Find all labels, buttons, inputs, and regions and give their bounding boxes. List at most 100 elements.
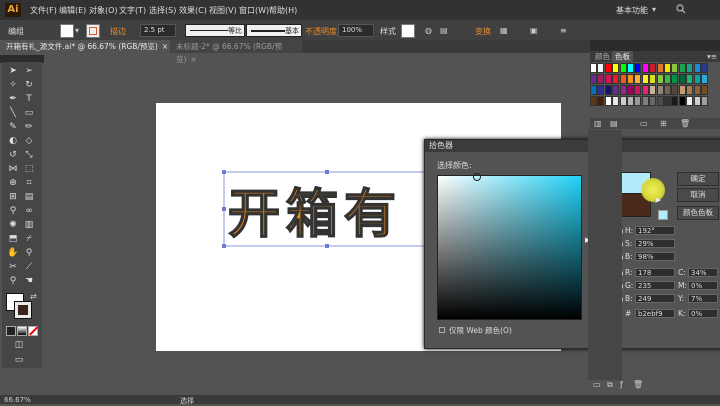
web-only-checkbox[interactable] — [439, 327, 445, 333]
menu-view[interactable]: 视图(V) — [209, 5, 237, 16]
new-layer-icon[interactable]: ▭ — [593, 380, 601, 389]
align-icon[interactable]: ▤ — [440, 26, 448, 35]
swatch-item[interactable] — [671, 74, 679, 84]
swatch-item[interactable] — [656, 85, 664, 95]
menu-effect[interactable]: 效果(C) — [179, 5, 207, 16]
swatch-item[interactable] — [590, 85, 597, 95]
g-field[interactable]: 235 — [635, 281, 675, 290]
rectangle-tool-icon[interactable]: ▭ — [22, 108, 36, 119]
swatch-item[interactable] — [627, 85, 634, 95]
ok-button[interactable]: 确定 — [677, 172, 719, 186]
new-group-icon[interactable]: ▭ — [640, 119, 648, 128]
stroke-swatch[interactable] — [86, 24, 100, 38]
screen-mode-icon[interactable]: ▭ — [12, 355, 26, 366]
tab-swatches[interactable]: 色板 — [612, 51, 633, 62]
zoom-tool-icon[interactable]: ⚲ — [22, 248, 36, 259]
delete-swatch-icon[interactable]: 🗑 — [680, 119, 690, 128]
swatch-item[interactable] — [701, 63, 708, 73]
delete-icon[interactable]: 🗑 — [633, 380, 643, 389]
swatch-item[interactable] — [634, 74, 642, 84]
cancel-button[interactable]: 取消 — [677, 188, 719, 202]
none-mode-icon[interactable] — [28, 326, 38, 336]
swatch-item[interactable] — [693, 63, 701, 73]
graphic-style-swatch[interactable] — [401, 24, 415, 38]
fill-swatch[interactable] — [60, 24, 74, 38]
paintbrush-icon[interactable]: ✎ — [6, 122, 20, 133]
knife-icon[interactable]: ⟋ — [22, 262, 36, 273]
width-tool-icon[interactable]: ⋈ — [6, 164, 20, 175]
swatch-item[interactable] — [619, 96, 627, 106]
new-swatch-icon[interactable]: ⊞ — [660, 119, 667, 128]
swatch-item[interactable] — [612, 85, 620, 95]
saturation-brightness-field[interactable] — [437, 175, 582, 320]
lasso-icon[interactable]: ↻ — [22, 80, 36, 91]
swatch-item[interactable] — [634, 63, 642, 73]
swatch-item[interactable] — [634, 96, 642, 106]
zoom-level[interactable]: 66.67% — [4, 396, 31, 404]
swatch-item[interactable] — [656, 63, 664, 73]
swatch-item[interactable] — [597, 96, 605, 106]
swatch-item[interactable] — [649, 63, 657, 73]
swatch-item[interactable] — [649, 85, 657, 95]
isolate-icon[interactable]: ▣ — [530, 26, 538, 35]
swatch-item[interactable] — [641, 63, 649, 73]
scissors-icon[interactable]: ✂ — [6, 262, 20, 273]
swatch-item[interactable] — [641, 85, 649, 95]
swatch-item[interactable] — [693, 85, 701, 95]
swatch-item[interactable] — [671, 63, 679, 73]
swatch-item[interactable] — [678, 85, 686, 95]
swatch-item[interactable] — [664, 63, 671, 73]
swatch-item[interactable] — [686, 63, 694, 73]
swatch-item[interactable] — [590, 63, 597, 73]
dialog-title[interactable]: 拾色器 — [425, 140, 720, 152]
stroke-color-box[interactable] — [14, 301, 32, 319]
scale-tool-icon[interactable]: ⤡ — [22, 150, 36, 161]
swatch-item[interactable] — [671, 85, 679, 95]
gradient-mode-icon[interactable] — [17, 326, 27, 336]
fx-icon[interactable]: ƒ — [620, 380, 623, 389]
hand-icon[interactable]: ☚ — [22, 276, 36, 287]
swatch-item[interactable] — [664, 74, 671, 84]
menu-select[interactable]: 选择(S) — [149, 5, 176, 16]
swatch-item[interactable] — [678, 74, 686, 84]
hand-tool-icon[interactable]: ✋ — [6, 248, 20, 259]
eraser-icon[interactable]: ◇ — [22, 136, 36, 147]
swatch-item[interactable] — [701, 85, 708, 95]
swatch-kind-icon[interactable]: ▤ — [610, 119, 618, 128]
magic-wand-icon[interactable]: ✧ — [6, 80, 20, 91]
swatch-item[interactable] — [641, 96, 649, 106]
pencil-icon[interactable]: ✏ — [22, 122, 36, 133]
symbol-sprayer-icon[interactable]: ✺ — [6, 220, 20, 231]
menu-icon[interactable]: ≡ — [560, 26, 567, 35]
type-tool-icon[interactable]: T — [22, 94, 36, 105]
swatch-item[interactable] — [612, 63, 620, 73]
line-tool-icon[interactable]: ╲ — [6, 108, 20, 119]
close-icon[interactable]: × — [162, 42, 168, 51]
swatch-item[interactable] — [686, 85, 694, 95]
swatch-item[interactable] — [634, 85, 642, 95]
swatch-item[interactable] — [619, 74, 627, 84]
swatch-item[interactable] — [627, 63, 634, 73]
swatch-item[interactable] — [693, 74, 701, 84]
swatch-item[interactable] — [590, 96, 597, 106]
color-marker[interactable] — [473, 173, 481, 181]
graph-tool-icon[interactable]: ▥ — [22, 220, 36, 231]
tab-document-2[interactable]: 未标题-2* @ 66.67% (RGB/预览) × — [170, 40, 302, 64]
close-icon[interactable]: × — [190, 55, 196, 64]
swatch-item[interactable] — [604, 96, 612, 106]
swatch-item[interactable] — [604, 85, 612, 95]
y-field[interactable]: 7% — [688, 294, 718, 303]
opacity-input[interactable]: 100% — [338, 24, 374, 37]
swatch-item[interactable] — [678, 96, 686, 106]
swatch-item[interactable] — [612, 96, 620, 106]
shape-builder-icon[interactable]: ⊕ — [6, 178, 20, 189]
blend-tool-icon[interactable]: ∞ — [22, 206, 36, 217]
mesh-tool-icon[interactable]: ⊞ — [6, 192, 20, 203]
r-field[interactable]: 178 — [635, 268, 675, 277]
stroke-label[interactable]: 描边 — [110, 26, 126, 37]
swatch-item[interactable] — [656, 96, 664, 106]
selection-tool-icon[interactable]: ➤ — [6, 66, 20, 77]
swap-icon[interactable]: ⇄ — [30, 292, 37, 301]
eyedropper-icon[interactable]: ⚲ — [6, 206, 20, 217]
menu-file[interactable]: 文件(F) — [30, 5, 57, 16]
